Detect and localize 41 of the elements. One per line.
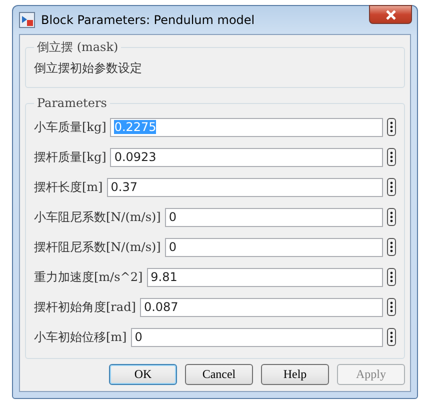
field-label: 摆杆初始角度[rad] bbox=[34, 298, 136, 316]
input-field[interactable]: 0.37 bbox=[106, 178, 383, 196]
close-icon bbox=[384, 10, 396, 20]
more-options-icon[interactable] bbox=[387, 298, 396, 316]
field-value: 0 bbox=[168, 210, 176, 224]
more-options-icon[interactable] bbox=[387, 328, 396, 346]
field-label: 重力加速度[m/s^2] bbox=[34, 268, 143, 286]
field-label: 小车阻尼系数[N/(m/s)] bbox=[34, 208, 161, 226]
more-options-icon[interactable] bbox=[387, 148, 396, 166]
input-field[interactable]: 9.81 bbox=[146, 268, 383, 286]
field-value: 0 bbox=[168, 240, 176, 254]
more-options-icon[interactable] bbox=[387, 178, 396, 196]
group-title: Parameters bbox=[36, 96, 108, 110]
dialog-button[interactable]: Help bbox=[261, 364, 329, 385]
mask-description: 倒立摆初始参数设定 bbox=[34, 60, 143, 77]
input-field[interactable]: 0 bbox=[130, 328, 383, 346]
field-value: 0.37 bbox=[110, 180, 138, 194]
more-options-icon[interactable] bbox=[387, 118, 396, 136]
field-label: 摆杆长度[m] bbox=[34, 178, 103, 196]
close-button[interactable] bbox=[369, 5, 412, 24]
field-value: 0.2275 bbox=[114, 120, 156, 134]
dialog-button[interactable]: OK bbox=[109, 364, 177, 385]
more-options-icon[interactable] bbox=[387, 268, 396, 286]
input-field[interactable]: 0.0923 bbox=[110, 148, 383, 166]
field-value: 0.0923 bbox=[114, 150, 156, 164]
field-value: 9.81 bbox=[150, 270, 178, 284]
input-field[interactable]: 0 bbox=[164, 208, 383, 226]
field-label: 摆杆质量[kg] bbox=[34, 148, 106, 166]
group-title: 倒立摆 (mask) bbox=[36, 39, 120, 56]
more-options-icon[interactable] bbox=[387, 238, 396, 256]
field-label: 小车质量[kg] bbox=[34, 118, 106, 136]
more-options-icon[interactable] bbox=[387, 208, 396, 226]
block-icon bbox=[19, 12, 35, 28]
field-value: 0 bbox=[134, 330, 142, 344]
input-field[interactable]: 0 bbox=[164, 238, 383, 256]
field-value: 0.087 bbox=[144, 300, 178, 314]
dialog-button[interactable]: Cancel bbox=[185, 364, 253, 385]
field-label: 小车初始位移[m] bbox=[34, 328, 127, 346]
input-field[interactable]: 0.087 bbox=[140, 298, 383, 316]
field-label: 摆杆阻尼系数[N/(m/s)] bbox=[34, 238, 161, 256]
window-title: Block Parameters: Pendulum model bbox=[41, 13, 255, 27]
